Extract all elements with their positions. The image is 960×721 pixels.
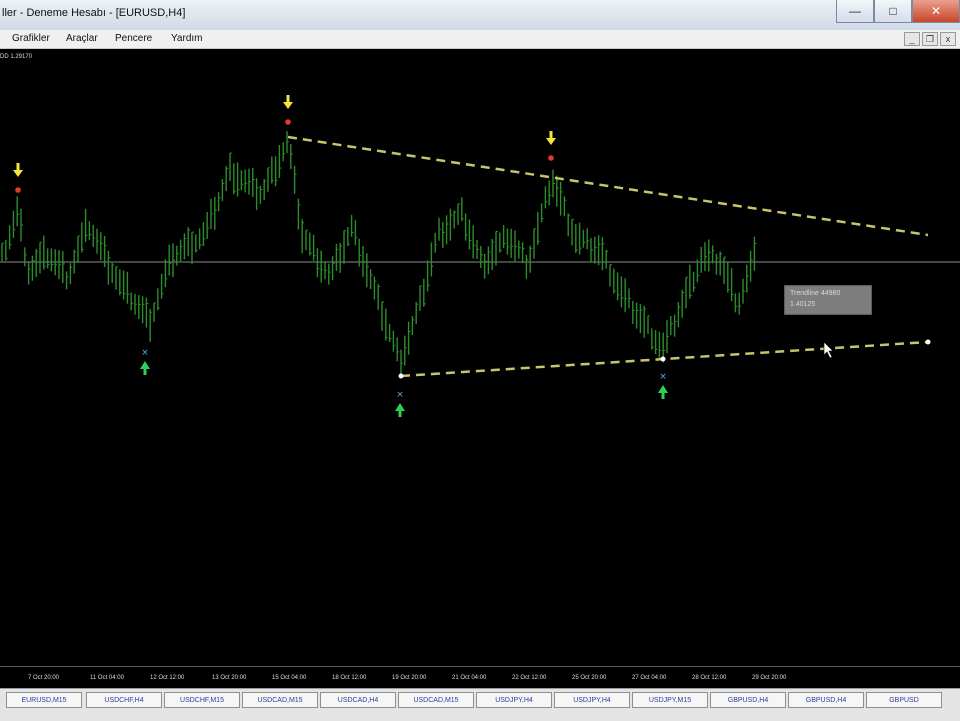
time-axis-label: 18 Oct 12:00 xyxy=(332,675,367,681)
time-axis-label: 7 Oct 20:00 xyxy=(28,675,60,681)
chart-tab[interactable]: USDJPY,H4 xyxy=(476,692,552,708)
tooltip-value: 1.40125 xyxy=(790,301,816,308)
chart-tab[interactable]: GBPUSD,H4 xyxy=(788,692,864,708)
buy-signal-x-icon: × xyxy=(396,390,404,400)
child-window-controls: _ ❐ x xyxy=(904,32,956,46)
time-axis-label: 22 Oct 12:00 xyxy=(512,675,547,681)
sell-arrow-stem xyxy=(286,95,290,102)
lower-trendline-anchor-end[interactable] xyxy=(925,339,931,345)
time-axis-label: 12 Oct 12:00 xyxy=(150,675,185,681)
time-axis-label: 13 Oct 20:00 xyxy=(212,675,247,681)
upper-trendline[interactable] xyxy=(287,135,929,237)
child-restore-icon[interactable]: ❐ xyxy=(922,32,938,46)
chart-tab[interactable]: USDCHF,M15 xyxy=(164,692,240,708)
buy-arrow-stem xyxy=(398,411,402,417)
maximize-icon[interactable]: □ xyxy=(874,0,912,23)
sell-arrow-icon xyxy=(546,138,556,145)
chart-tab[interactable]: GBPUSD xyxy=(866,692,942,708)
sell-signal-dot xyxy=(285,119,291,125)
time-axis-label: 11 Oct 04:00 xyxy=(90,675,124,681)
chart-tab[interactable]: USDCHF,H4 xyxy=(86,692,162,708)
chart-tab[interactable]: EURUSD,M15 xyxy=(6,692,82,708)
window-controls: — □ ✕ xyxy=(836,0,960,24)
buy-arrow-icon xyxy=(658,385,668,393)
time-axis-label: 15 Oct 04:00 xyxy=(272,675,307,681)
menu-yardim[interactable]: Yardım xyxy=(171,33,203,44)
minimize-icon[interactable]: — xyxy=(836,0,874,23)
menu-pencere[interactable]: Pencere xyxy=(115,33,152,44)
window-title-bar: ller - Deneme Hesabı - [EURUSD,H4] — □ ✕ xyxy=(0,0,960,31)
sell-arrow-stem xyxy=(549,131,553,138)
buy-arrow-icon xyxy=(395,403,405,411)
chart-tabs: EURUSD,M15 USDCHF,H4 USDCHF,M15 USDCAD,M15 U… xyxy=(0,688,960,721)
time-axis-label: 27 Oct 04:00 xyxy=(632,675,667,681)
time-axis-label: 29 Oct 20:00 xyxy=(752,675,787,681)
buy-arrow-stem xyxy=(143,369,147,375)
buy-arrow-stem xyxy=(661,393,665,399)
menu-araclar[interactable]: Araçlar xyxy=(66,33,98,44)
time-axis: 7 Oct 20:00 11 Oct 04:00 12 Oct 12:00 13 Oc… xyxy=(0,666,960,689)
tooltip-name: Trendline 44980 xyxy=(790,290,841,297)
time-axis-label: 21 Oct 04:00 xyxy=(452,675,487,681)
chart-tab[interactable]: USDJPY,H4 xyxy=(554,692,630,708)
child-minimize-icon[interactable]: _ xyxy=(904,32,920,46)
sell-arrow-icon xyxy=(13,170,23,177)
chart-tab[interactable]: GBPUSD,H4 xyxy=(710,692,786,708)
chart-tab[interactable]: USDCAD,M15 xyxy=(242,692,318,708)
buy-arrow-icon xyxy=(140,361,150,369)
sell-signal-dot xyxy=(15,187,21,193)
menu-grafikler[interactable]: Grafikler xyxy=(12,33,50,44)
buy-signal-x-icon: × xyxy=(141,348,149,358)
candle-series xyxy=(1,131,757,377)
child-close-icon[interactable]: x xyxy=(940,32,956,46)
buy-signal-x-icon: × xyxy=(659,372,667,382)
price-chart[interactable]: DD 1.29170 × × × Trendline 44980 1.40125 xyxy=(0,49,960,666)
chart-tab[interactable]: USDCAD,H4 xyxy=(320,692,396,708)
time-axis-label: 19 Oct 20:00 xyxy=(392,675,427,681)
time-axis-label: 25 Oct 20:00 xyxy=(572,675,607,681)
close-icon[interactable]: ✕ xyxy=(912,0,960,23)
menu-bar: Grafikler Araçlar Pencere Yardım _ ❐ x xyxy=(0,30,960,49)
window-title: ller - Deneme Hesabı - [EURUSD,H4] xyxy=(2,7,186,19)
sell-arrow-stem xyxy=(16,163,20,170)
chart-canvas[interactable]: × × × xyxy=(0,49,960,666)
trendline-tooltip: Trendline 44980 1.40125 xyxy=(784,285,872,315)
sell-arrow-icon xyxy=(283,102,293,109)
lower-trendline-anchor[interactable] xyxy=(398,373,404,379)
chart-tab[interactable]: USDCAD,M15 xyxy=(398,692,474,708)
sell-signal-dot xyxy=(548,155,554,161)
chart-tab[interactable]: USDJPY,M15 xyxy=(632,692,708,708)
mouse-cursor-icon xyxy=(823,341,834,359)
time-axis-label: 28 Oct 12:00 xyxy=(692,675,727,681)
lower-trendline-midpoint[interactable] xyxy=(660,356,666,362)
